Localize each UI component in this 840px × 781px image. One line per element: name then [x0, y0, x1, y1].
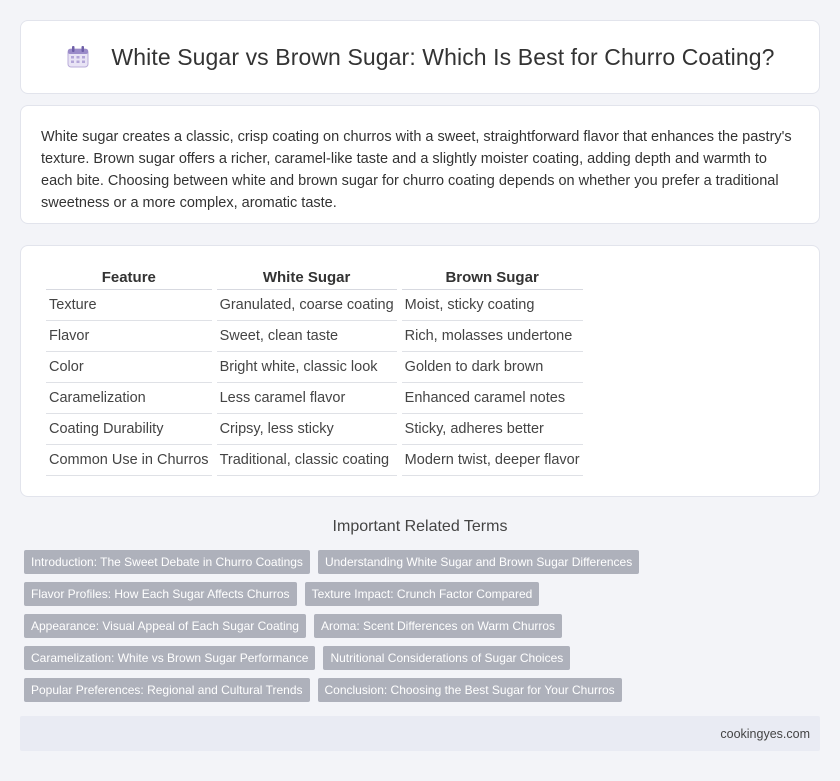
table-row: Texture Granulated, coarse coating Moist… [46, 290, 583, 321]
header-white-sugar: White Sugar [216, 264, 397, 290]
table-cell: Traditional, classic coating [216, 445, 397, 476]
related-term-tag[interactable]: Nutritional Considerations of Sugar Choi… [323, 646, 571, 670]
footer: cookingyes.com [20, 716, 820, 751]
table-cell: Sweet, clean taste [216, 321, 397, 352]
table-row: Flavor Sweet, clean taste Rich, molasses… [46, 321, 583, 352]
title-card: White Sugar vs Brown Sugar: Which Is Bes… [20, 20, 820, 94]
comparison-card: Feature White Sugar Brown Sugar Texture … [20, 245, 820, 497]
table-row: Caramelization Less caramel flavor Enhan… [46, 383, 583, 414]
page-title: White Sugar vs Brown Sugar: Which Is Bes… [111, 43, 775, 70]
tag-row: Introduction: The Sweet Debate in Churro… [24, 550, 824, 574]
table-cell: Golden to dark brown [401, 352, 583, 383]
related-terms-list: Introduction: The Sweet Debate in Churro… [24, 550, 824, 710]
table-row: Common Use in Churros Traditional, class… [46, 445, 583, 476]
table-cell: Caramelization [46, 383, 212, 414]
related-term-tag[interactable]: Popular Preferences: Regional and Cultur… [24, 678, 310, 702]
related-term-tag[interactable]: Caramelization: White vs Brown Sugar Per… [24, 646, 316, 670]
table-cell: Less caramel flavor [216, 383, 397, 414]
table-cell: Flavor [46, 321, 212, 352]
table-cell: Modern twist, deeper flavor [401, 445, 583, 476]
intro-card: White sugar creates a classic, crisp coa… [20, 105, 820, 224]
tag-row: Popular Preferences: Regional and Cultur… [24, 678, 824, 702]
table-row: Coating Durability Cripsy, less sticky S… [46, 414, 583, 445]
intro-text: White sugar creates a classic, crisp coa… [41, 129, 792, 211]
related-term-tag[interactable]: Understanding White Sugar and Brown Suga… [317, 550, 640, 574]
related-term-tag[interactable]: Introduction: The Sweet Debate in Churro… [24, 550, 310, 574]
header-brown-sugar: Brown Sugar [401, 264, 583, 290]
related-term-tag[interactable]: Flavor Profiles: How Each Sugar Affects … [24, 582, 297, 606]
table-cell: Color [46, 352, 212, 383]
related-terms-heading: Important Related Terms [332, 518, 508, 535]
related-term-tag[interactable]: Appearance: Visual Appeal of Each Sugar … [24, 614, 306, 638]
related-term-tag[interactable]: Aroma: Scent Differences on Warm Churros [313, 614, 563, 638]
table-cell: Moist, sticky coating [401, 290, 583, 321]
tag-row: Caramelization: White vs Brown Sugar Per… [24, 646, 824, 670]
tag-row: Appearance: Visual Appeal of Each Sugar … [24, 614, 824, 638]
table-cell: Bright white, classic look [216, 352, 397, 383]
calendar-icon [67, 46, 89, 68]
table-cell: Cripsy, less sticky [216, 414, 397, 445]
table-cell: Common Use in Churros [46, 445, 212, 476]
table-cell: Enhanced caramel notes [401, 383, 583, 414]
related-term-tag[interactable]: Conclusion: Choosing the Best Sugar for … [317, 678, 622, 702]
header-feature: Feature [46, 264, 212, 290]
table-cell: Coating Durability [46, 414, 212, 445]
table-cell: Rich, molasses undertone [401, 321, 583, 352]
related-term-tag[interactable]: Texture Impact: Crunch Factor Compared [304, 582, 540, 606]
table-cell: Granulated, coarse coating [216, 290, 397, 321]
table-row: Color Bright white, classic look Golden … [46, 352, 583, 383]
table-header-row: Feature White Sugar Brown Sugar [46, 264, 583, 290]
site-name[interactable]: cookingyes.com [720, 727, 810, 741]
table-cell: Sticky, adheres better [401, 414, 583, 445]
comparison-table: Feature White Sugar Brown Sugar Texture … [41, 264, 588, 476]
tag-row: Flavor Profiles: How Each Sugar Affects … [24, 582, 824, 606]
table-cell: Texture [46, 290, 212, 321]
